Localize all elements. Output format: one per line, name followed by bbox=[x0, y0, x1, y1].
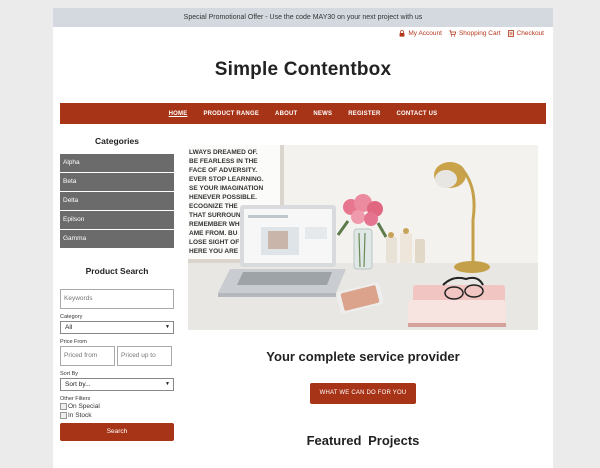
my-account-link[interactable]: My Account bbox=[399, 30, 442, 37]
category-select-value: All bbox=[65, 324, 73, 331]
site-title[interactable]: Simple Contentbox bbox=[53, 59, 553, 81]
nav-product-range[interactable]: PRODUCT RANGE bbox=[203, 111, 259, 117]
poster-line: SE YOUR IMAGINATION bbox=[189, 185, 263, 192]
category-item-beta[interactable]: Beta bbox=[60, 173, 174, 192]
category-list: Alpha Beta Delta Epilson Gamma bbox=[60, 154, 174, 249]
promo-banner: Special Promotional Offer - Use the code… bbox=[53, 8, 553, 27]
lock-icon bbox=[399, 30, 405, 37]
nav-register[interactable]: REGISTER bbox=[348, 111, 380, 117]
product-search-heading: Product Search bbox=[85, 266, 149, 276]
price-label: Price From bbox=[60, 339, 87, 345]
on-special-filter[interactable]: On Special bbox=[60, 402, 174, 411]
poster-line: HENEVER POSSIBLE. bbox=[189, 194, 257, 201]
on-special-checkbox[interactable] bbox=[60, 403, 67, 410]
checkout-link[interactable]: Checkout bbox=[507, 30, 544, 37]
services-cta-button[interactable]: WHAT WE CAN DO FOR YOU bbox=[310, 383, 416, 404]
in-stock-filter[interactable]: In Stock bbox=[60, 411, 174, 420]
sort-select-value: Sort by... bbox=[65, 381, 91, 388]
hero-illustration: LWAYS DREAMED OF. BE FEARLESS IN THE FAC… bbox=[188, 145, 538, 330]
dropdown-arrow-icon: ▼ bbox=[165, 324, 170, 330]
featured-projects-heading: Featured Projects bbox=[306, 433, 420, 448]
shopping-cart-label: Shopping Cart bbox=[458, 30, 501, 37]
poster-line: BE FEARLESS IN THE bbox=[189, 158, 258, 165]
promo-text: Special Promotional Offer - Use the code… bbox=[183, 14, 423, 21]
cart-icon bbox=[449, 30, 456, 37]
sort-label: Sort By bbox=[60, 371, 79, 377]
notebooks bbox=[408, 276, 506, 327]
sidebar: Categories Alpha Beta Delta Epilson Gamm… bbox=[60, 136, 174, 441]
price-from-input[interactable]: Priced from bbox=[60, 346, 115, 366]
tagline: Your complete service provider bbox=[266, 349, 460, 364]
nav-about[interactable]: ABOUT bbox=[275, 111, 297, 117]
category-item-alpha[interactable]: Alpha bbox=[60, 154, 174, 173]
price-to-input[interactable]: Priced up to bbox=[117, 346, 172, 366]
category-item-delta[interactable]: Delta bbox=[60, 192, 174, 211]
poster-line: THAT SURROUND bbox=[189, 212, 246, 219]
page: Special Promotional Offer - Use the code… bbox=[53, 8, 553, 468]
poster-line: ECOGNIZE THE bbox=[189, 203, 238, 210]
checkout-label: Checkout bbox=[516, 30, 544, 37]
categories-heading: Categories bbox=[95, 136, 139, 146]
price-range: Priced from Priced up to bbox=[60, 346, 174, 366]
nav-contact-us[interactable]: CONTACT US bbox=[396, 111, 437, 117]
checkout-icon bbox=[507, 30, 514, 37]
hero-image: LWAYS DREAMED OF. BE FEARLESS IN THE FAC… bbox=[188, 145, 538, 330]
search-button[interactable]: Search bbox=[60, 423, 174, 441]
main-nav: HOME PRODUCT RANGE ABOUT NEWS REGISTER C… bbox=[60, 103, 546, 124]
category-label: Category bbox=[60, 314, 83, 320]
in-stock-checkbox[interactable] bbox=[60, 412, 67, 419]
poster-line: FACE OF ADVERSITY. bbox=[189, 167, 257, 174]
poster-line: LWAYS DREAMED OF. bbox=[189, 149, 258, 156]
category-item-epilson[interactable]: Epilson bbox=[60, 211, 174, 230]
account-links: My Account Shopping Cart Checkout bbox=[399, 30, 544, 37]
in-stock-label: In Stock bbox=[68, 412, 92, 419]
poster-line: AME FROM. BU bbox=[189, 230, 238, 237]
poster-line: EVER STOP LEARNING. bbox=[189, 176, 264, 183]
sort-select[interactable]: Sort by... ▼ bbox=[60, 378, 174, 391]
category-select[interactable]: All ▼ bbox=[60, 321, 174, 334]
nav-home[interactable]: HOME bbox=[169, 111, 188, 117]
nav-news[interactable]: NEWS bbox=[313, 111, 332, 117]
poster-line: REMEMBER WHE bbox=[189, 221, 245, 228]
poster-line: LOSE SIGHT OF bbox=[189, 239, 239, 246]
dropdown-arrow-icon: ▼ bbox=[165, 381, 170, 387]
keywords-input[interactable]: Keywords bbox=[60, 289, 174, 309]
category-item-gamma[interactable]: Gamma bbox=[60, 230, 174, 249]
on-special-label: On Special bbox=[68, 403, 100, 410]
shopping-cart-link[interactable]: Shopping Cart bbox=[449, 30, 501, 37]
my-account-label: My Account bbox=[408, 30, 442, 37]
